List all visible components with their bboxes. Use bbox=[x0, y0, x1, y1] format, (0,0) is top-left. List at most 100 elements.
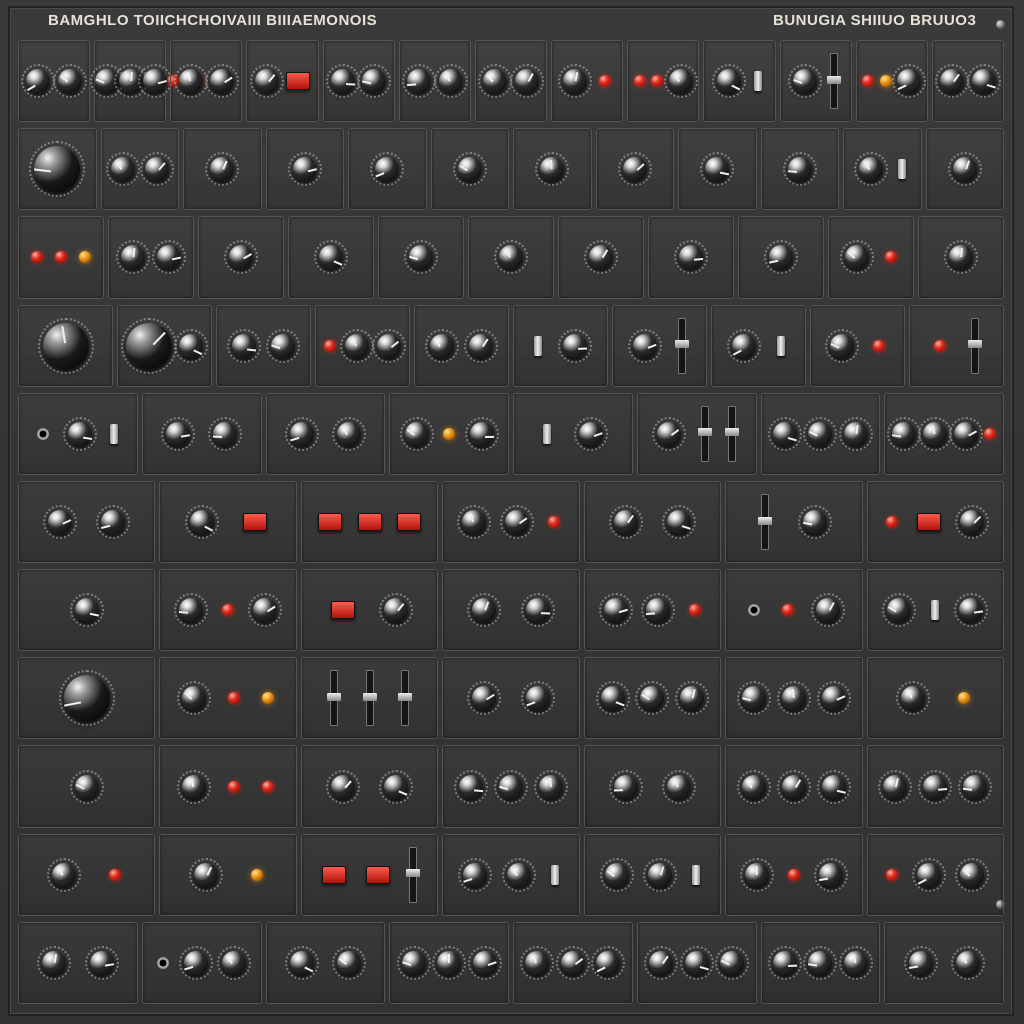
rotary-knob[interactable] bbox=[21, 64, 56, 99]
rotary-knob[interactable] bbox=[478, 64, 513, 99]
rotary-knob[interactable] bbox=[644, 945, 679, 980]
rotary-knob[interactable] bbox=[674, 240, 708, 275]
rotary-knob[interactable] bbox=[188, 857, 223, 892]
rotary-knob[interactable] bbox=[106, 152, 140, 187]
slider-fader[interactable] bbox=[398, 670, 413, 727]
rotary-knob[interactable] bbox=[966, 64, 1001, 99]
slider-fader[interactable] bbox=[406, 846, 421, 903]
rotary-knob[interactable] bbox=[325, 769, 360, 804]
large-knob[interactable] bbox=[37, 317, 94, 374]
rotary-knob[interactable] bbox=[918, 769, 953, 804]
rotary-knob[interactable] bbox=[371, 328, 406, 363]
rotary-knob[interactable] bbox=[314, 240, 348, 275]
rotary-knob[interactable] bbox=[598, 593, 633, 628]
rotary-knob[interactable] bbox=[458, 857, 493, 892]
rotary-knob[interactable] bbox=[813, 857, 848, 892]
rotary-knob[interactable] bbox=[174, 593, 209, 628]
rotary-knob[interactable] bbox=[69, 769, 104, 804]
rotary-knob[interactable] bbox=[357, 64, 392, 99]
rotary-knob[interactable] bbox=[954, 593, 989, 628]
rotary-knob[interactable] bbox=[370, 152, 405, 187]
rotary-knob[interactable] bbox=[853, 152, 888, 187]
rotary-knob[interactable] bbox=[287, 152, 322, 187]
rotary-knob[interactable] bbox=[467, 681, 502, 716]
slider-fader[interactable] bbox=[697, 405, 712, 462]
rotary-knob[interactable] bbox=[152, 240, 186, 275]
rotary-knob[interactable] bbox=[177, 681, 212, 716]
rotary-knob[interactable] bbox=[339, 328, 374, 363]
toggle-switch[interactable] bbox=[110, 423, 119, 444]
slider-fader[interactable] bbox=[326, 670, 341, 727]
rotary-knob[interactable] bbox=[47, 857, 82, 892]
rotary-knob[interactable] bbox=[379, 593, 414, 628]
rotary-knob[interactable] bbox=[520, 681, 555, 716]
rotary-knob[interactable] bbox=[840, 240, 874, 275]
red-push-button[interactable] bbox=[917, 512, 942, 531]
rotary-knob[interactable] bbox=[464, 328, 498, 363]
rotary-knob[interactable] bbox=[661, 504, 696, 539]
rotary-knob[interactable] bbox=[617, 152, 652, 187]
rotary-knob[interactable] bbox=[69, 593, 104, 628]
red-push-button[interactable] bbox=[321, 865, 346, 884]
rotary-knob[interactable] bbox=[467, 593, 502, 628]
rotary-knob[interactable] bbox=[557, 328, 592, 363]
toggle-switch[interactable] bbox=[776, 335, 785, 356]
rotary-knob[interactable] bbox=[810, 593, 845, 628]
red-push-button[interactable] bbox=[286, 72, 311, 91]
rotary-knob[interactable] bbox=[62, 416, 97, 451]
rotary-knob[interactable] bbox=[173, 64, 208, 99]
rotary-knob[interactable] bbox=[599, 857, 634, 892]
red-push-button[interactable] bbox=[242, 512, 267, 531]
rotary-knob[interactable] bbox=[912, 857, 947, 892]
rotary-knob[interactable] bbox=[399, 416, 434, 451]
rotary-knob[interactable] bbox=[776, 769, 811, 804]
rotary-knob[interactable] bbox=[138, 64, 173, 99]
rotary-knob[interactable] bbox=[652, 416, 687, 451]
rotary-knob[interactable] bbox=[205, 152, 240, 187]
rotary-knob[interactable] bbox=[227, 328, 261, 363]
rotary-knob[interactable] bbox=[332, 416, 366, 451]
rotary-knob[interactable] bbox=[788, 64, 823, 99]
rotary-knob[interactable] bbox=[950, 945, 985, 980]
rotary-knob[interactable] bbox=[247, 593, 282, 628]
rotary-knob[interactable] bbox=[379, 769, 414, 804]
rotary-knob[interactable] bbox=[798, 504, 833, 539]
rotary-knob[interactable] bbox=[584, 240, 618, 275]
rotary-knob[interactable] bbox=[917, 416, 952, 451]
rotary-knob[interactable] bbox=[878, 769, 913, 804]
rotary-knob[interactable] bbox=[139, 152, 174, 187]
slider-fader[interactable] bbox=[725, 405, 740, 462]
rotary-knob[interactable] bbox=[425, 328, 459, 363]
rotary-knob[interactable] bbox=[767, 945, 802, 980]
rotary-knob[interactable] bbox=[675, 681, 710, 716]
rotary-knob[interactable] bbox=[948, 416, 983, 451]
rotary-knob[interactable] bbox=[96, 504, 131, 539]
toggle-switch[interactable] bbox=[753, 71, 762, 92]
red-push-button[interactable] bbox=[397, 512, 422, 531]
rotary-knob[interactable] bbox=[535, 152, 570, 187]
rotary-knob[interactable] bbox=[325, 64, 360, 99]
toggle-switch[interactable] bbox=[534, 335, 543, 356]
rotary-knob[interactable] bbox=[663, 64, 698, 99]
rotary-knob[interactable] bbox=[764, 240, 798, 275]
rotary-knob[interactable] bbox=[882, 593, 917, 628]
slider-fader[interactable] bbox=[757, 493, 772, 551]
rotary-knob[interactable] bbox=[574, 416, 609, 451]
rotary-knob[interactable] bbox=[464, 416, 499, 451]
red-push-button[interactable] bbox=[330, 601, 355, 620]
rotary-knob[interactable] bbox=[178, 945, 213, 980]
rotary-knob[interactable] bbox=[661, 769, 696, 804]
slider-fader[interactable] bbox=[674, 317, 689, 374]
rotary-knob[interactable] bbox=[895, 681, 930, 716]
rotary-knob[interactable] bbox=[825, 328, 859, 363]
rotary-knob[interactable] bbox=[628, 328, 663, 363]
rotary-knob[interactable] bbox=[643, 857, 678, 892]
rotary-knob[interactable] bbox=[736, 681, 771, 716]
rotary-knob[interactable] bbox=[838, 945, 873, 980]
rotary-knob[interactable] bbox=[635, 681, 670, 716]
red-push-button[interactable] bbox=[357, 512, 382, 531]
rotary-knob[interactable] bbox=[217, 945, 252, 980]
red-push-button[interactable] bbox=[365, 865, 390, 884]
rotary-knob[interactable] bbox=[533, 769, 568, 804]
rotary-knob[interactable] bbox=[816, 681, 851, 716]
